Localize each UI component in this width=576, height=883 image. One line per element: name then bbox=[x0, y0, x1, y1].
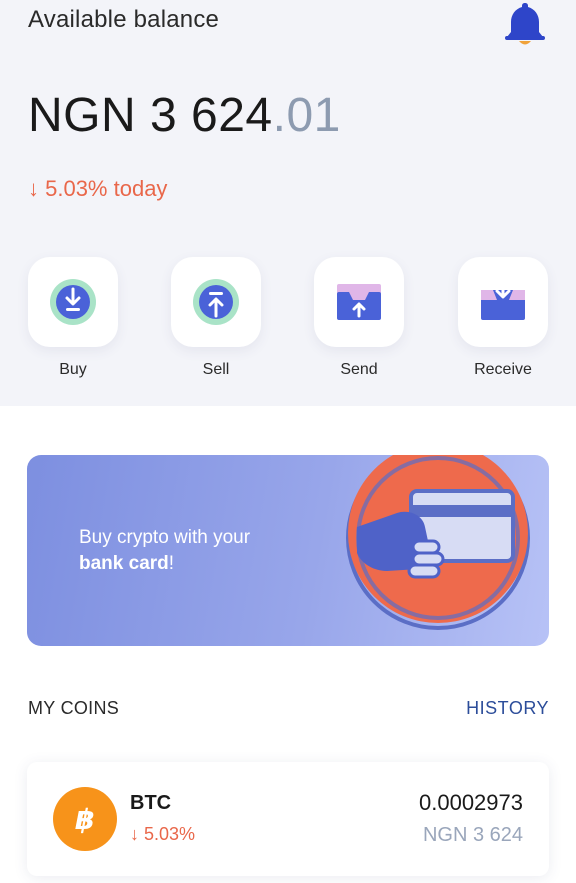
bell-icon[interactable] bbox=[503, 0, 547, 48]
send-box-icon bbox=[337, 284, 381, 320]
buy-download-icon bbox=[50, 279, 96, 325]
banner-text: Buy crypto with your bank card! bbox=[79, 525, 339, 577]
sell-button[interactable]: Sell bbox=[166, 257, 266, 379]
coin-fiat-value: NGN 3 624 bbox=[422, 824, 523, 846]
banner-bold-text: bank card bbox=[79, 553, 169, 574]
coin-quantity: 0.0002973 bbox=[419, 790, 523, 815]
bank-card-illustration bbox=[346, 455, 530, 630]
bitcoin-icon: ฿ bbox=[53, 787, 117, 851]
coin-row-btc[interactable]: ฿ BTC ↓ 5.03% 0.0002973 NGN 3 624 bbox=[27, 762, 549, 876]
balance-amount: NGN 3 624.01 bbox=[28, 88, 341, 143]
buy-crypto-banner[interactable]: Buy crypto with your bank card! bbox=[27, 455, 549, 646]
banner-line2-rest: ! bbox=[168, 553, 175, 574]
send-tile[interactable] bbox=[314, 257, 404, 347]
my-coins-header: MY COINS HISTORY bbox=[28, 698, 549, 722]
buy-tile[interactable] bbox=[28, 257, 118, 347]
receive-button[interactable]: Receive bbox=[453, 257, 553, 379]
coin-change: ↓ 5.03% bbox=[130, 824, 196, 844]
balance-label: Available balance bbox=[28, 6, 220, 33]
buy-button[interactable]: Buy bbox=[23, 257, 123, 379]
balance-decimal: .01 bbox=[272, 89, 341, 142]
my-coins-title: MY COINS bbox=[28, 698, 120, 718]
balance-change: ↓ 5.03% today bbox=[28, 176, 168, 201]
sell-label: Sell bbox=[202, 361, 230, 378]
balance-whole: NGN 3 624 bbox=[28, 89, 273, 142]
send-label: Send bbox=[340, 361, 378, 378]
receive-tile[interactable] bbox=[458, 257, 548, 347]
sell-upload-icon bbox=[193, 279, 239, 325]
receive-label: Receive bbox=[474, 361, 532, 378]
balance-header: Available balance NGN 3 624.01 ↓ 5.03% t… bbox=[0, 0, 576, 406]
banner-line1: Buy crypto with your bbox=[79, 527, 251, 548]
receive-box-icon bbox=[481, 280, 525, 320]
send-button[interactable]: Send bbox=[309, 257, 409, 379]
buy-label: Buy bbox=[59, 361, 87, 378]
history-link[interactable]: HISTORY bbox=[466, 698, 549, 719]
quick-actions: Buy Sell Send Receive bbox=[0, 257, 576, 387]
sell-tile[interactable] bbox=[171, 257, 261, 347]
coin-symbol: BTC bbox=[130, 792, 172, 814]
